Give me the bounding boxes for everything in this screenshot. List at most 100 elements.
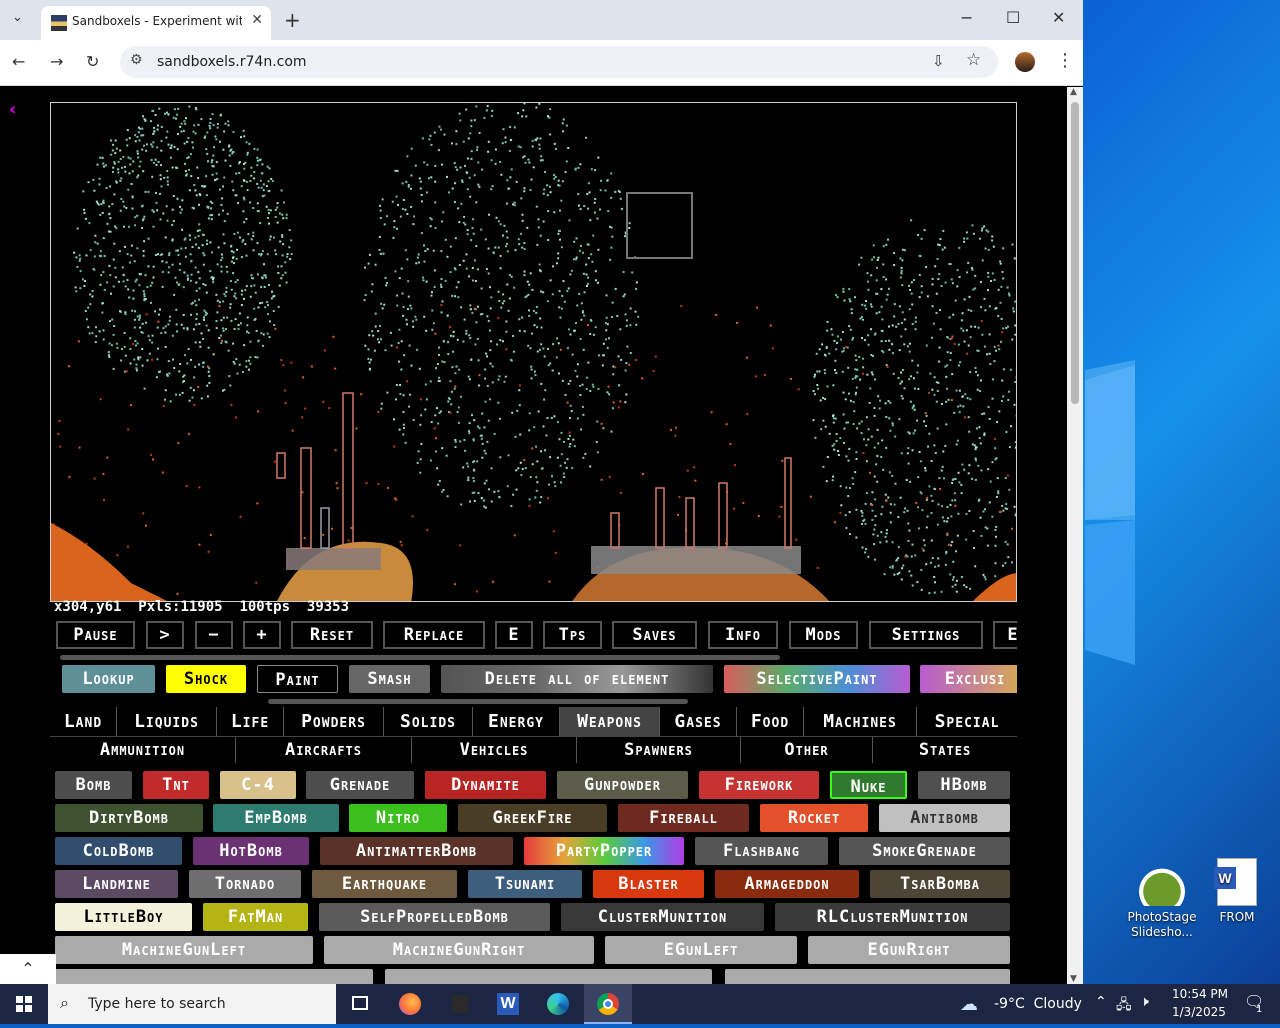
subtab-ammunition[interactable]: Ammunition <box>50 737 236 763</box>
tab-special[interactable]: Special <box>917 707 1017 737</box>
element-nuke[interactable]: Nuke <box>830 771 907 799</box>
element-fireball[interactable]: Fireball <box>618 804 749 832</box>
tab-energy[interactable]: Energy <box>473 707 560 737</box>
element-rocket[interactable]: Rocket <box>760 804 868 832</box>
tab-powders[interactable]: Powders <box>284 707 384 737</box>
taskbar-app-dark-icon[interactable] <box>436 984 484 1024</box>
element-tornado[interactable]: Tornado <box>189 870 301 898</box>
tps-button[interactable]: Tps <box>543 621 602 649</box>
element-partypopper[interactable]: PartyPopper <box>524 837 684 865</box>
reload-icon[interactable]: ↻ <box>86 52 99 71</box>
element-firework[interactable]: Firework <box>699 771 819 799</box>
delete-all-of-element-tool[interactable]: Delete all of element <box>441 665 713 693</box>
element-coldbomb[interactable]: ColdBomb <box>55 837 182 865</box>
subtab-spawners[interactable]: Spawners <box>577 737 741 763</box>
increase-size-button[interactable]: + <box>243 621 281 649</box>
install-app-icon[interactable]: ⇩ <box>932 52 945 70</box>
element-tnt[interactable]: Tnt <box>143 771 209 799</box>
edit-button[interactable]: E <box>993 621 1017 649</box>
element-clustermunition[interactable]: ClusterMunition <box>561 903 764 931</box>
tools-scrollbar[interactable] <box>268 699 688 704</box>
scrollbar-thumb[interactable] <box>1071 102 1079 404</box>
scroll-down-icon[interactable]: ▼ <box>1070 974 1077 984</box>
element-smokegrenade[interactable]: SmokeGrenade <box>839 837 1010 865</box>
element-machinegunright[interactable]: MachineGunRight <box>324 936 594 964</box>
chrome-icon[interactable] <box>584 984 632 1024</box>
element-greekfire[interactable]: GreekFire <box>458 804 607 832</box>
tab-life[interactable]: Life <box>217 707 284 737</box>
pause-button[interactable]: Pause <box>56 621 135 649</box>
lookup-tool[interactable]: Lookup <box>62 665 155 693</box>
element-bomb[interactable]: Bomb <box>55 771 132 799</box>
controls-scrollbar[interactable] <box>60 655 780 660</box>
selective-paint-tool[interactable]: SelectivePaint <box>724 665 910 693</box>
clock-date[interactable]: 1/3/2025 <box>1172 1005 1226 1019</box>
url-text[interactable]: sandboxels.r74n.com <box>157 54 307 70</box>
tab-gases[interactable]: Gases <box>660 707 737 737</box>
tab-food[interactable]: Food <box>737 707 804 737</box>
back-chevron-icon[interactable]: ‹ <box>9 99 16 120</box>
simulation-canvas[interactable] <box>50 102 1017 602</box>
scroll-to-top-chevron-icon[interactable]: ⌃ <box>0 954 56 984</box>
new-tab-plus-icon[interactable]: + <box>284 8 301 32</box>
element-clipped-row[interactable] <box>55 969 373 984</box>
element-armageddon[interactable]: Armageddon <box>715 870 859 898</box>
window-close-icon[interactable]: ✕ <box>1052 8 1065 27</box>
site-info-icon[interactable]: ⚙ <box>130 52 143 68</box>
decrease-size-button[interactable]: − <box>195 621 233 649</box>
scroll-up-icon[interactable]: ▲ <box>1070 87 1077 97</box>
element-antimatterbomb[interactable]: AntimatterBomb <box>320 837 513 865</box>
edge-icon[interactable] <box>534 984 582 1024</box>
shock-tool[interactable]: Shock <box>166 665 246 693</box>
tab-weapons[interactable]: Weapons <box>560 707 660 737</box>
network-icon[interactable]: 🖧 <box>1116 994 1132 1018</box>
weather-cloud-icon[interactable]: ☁ <box>960 994 978 1015</box>
element-littleboy[interactable]: LittleBoy <box>55 903 192 931</box>
profile-avatar-icon[interactable] <box>1015 52 1035 72</box>
back-icon[interactable]: ← <box>12 52 25 71</box>
element-egunleft[interactable]: EGunLeft <box>605 936 797 964</box>
exclusive-tool[interactable]: Exclusi <box>920 665 1017 693</box>
taskbar-search-box[interactable]: ⌕ Type here to search <box>48 984 336 1024</box>
element-egunright[interactable]: EGunRight <box>808 936 1010 964</box>
element-fatman[interactable]: FatMan <box>203 903 308 931</box>
subtab-states[interactable]: States <box>873 737 1017 763</box>
maximize-icon[interactable]: ☐ <box>1006 8 1020 27</box>
element-nitro[interactable]: Nitro <box>349 804 447 832</box>
clock-time[interactable]: 10:54 PM <box>1172 987 1228 1001</box>
subtab-other[interactable]: Other <box>741 737 873 763</box>
tab-search-chevron-icon[interactable]: ⌄ <box>12 10 23 25</box>
show-hidden-icons-chevron-icon[interactable]: ⌃ <box>1095 994 1107 1010</box>
address-bar[interactable]: ⚙ sandboxels.r74n.com ⇩ ☆ <box>120 46 998 78</box>
element-selfpropelledbomb[interactable]: SelfPropelledBomb <box>319 903 550 931</box>
element-rlclustermunition[interactable]: RLClusterMunition <box>775 903 1010 931</box>
element-landmine[interactable]: Landmine <box>55 870 178 898</box>
firefox-icon[interactable] <box>386 984 434 1024</box>
forward-icon[interactable]: → <box>50 52 63 71</box>
tab-close-icon[interactable]: ✕ <box>251 12 263 28</box>
mods-button[interactable]: Mods <box>789 621 858 649</box>
element-dirtybomb[interactable]: DirtyBomb <box>55 804 203 832</box>
element-grenade[interactable]: Grenade <box>306 771 414 799</box>
element-clipped-row[interactable] <box>725 969 1010 984</box>
element-hbomb[interactable]: HBomb <box>918 771 1010 799</box>
reset-button[interactable]: Reset <box>291 621 373 649</box>
word-icon[interactable]: W <box>484 984 532 1024</box>
paint-tool[interactable]: Paint <box>257 665 338 693</box>
e-button[interactable]: E <box>495 621 533 649</box>
element-hotbomb[interactable]: HotBomb <box>193 837 309 865</box>
tab-machines[interactable]: Machines <box>804 707 917 737</box>
task-view-icon[interactable] <box>336 984 384 1024</box>
element-dynamite[interactable]: Dynamite <box>425 771 546 799</box>
tab-land[interactable]: Land <box>50 707 117 737</box>
page-scrollbar[interactable]: ▲ ▼ <box>1067 87 1083 984</box>
element-tsarbomba[interactable]: TsarBomba <box>870 870 1010 898</box>
active-tab[interactable]: Sandboxels - Experiment with P ✕ <box>41 6 271 40</box>
element-machinegunleft[interactable]: MachineGunLeft <box>55 936 313 964</box>
start-button[interactable] <box>0 984 48 1024</box>
element-empbomb[interactable]: EmpBomb <box>213 804 339 832</box>
desktop-icon-photostage[interactable]: PhotoStage Slidesho... <box>1127 858 1197 940</box>
element-gunpowder[interactable]: Gunpowder <box>557 771 688 799</box>
saves-button[interactable]: Saves <box>612 621 697 649</box>
step-button[interactable]: > <box>146 621 184 649</box>
